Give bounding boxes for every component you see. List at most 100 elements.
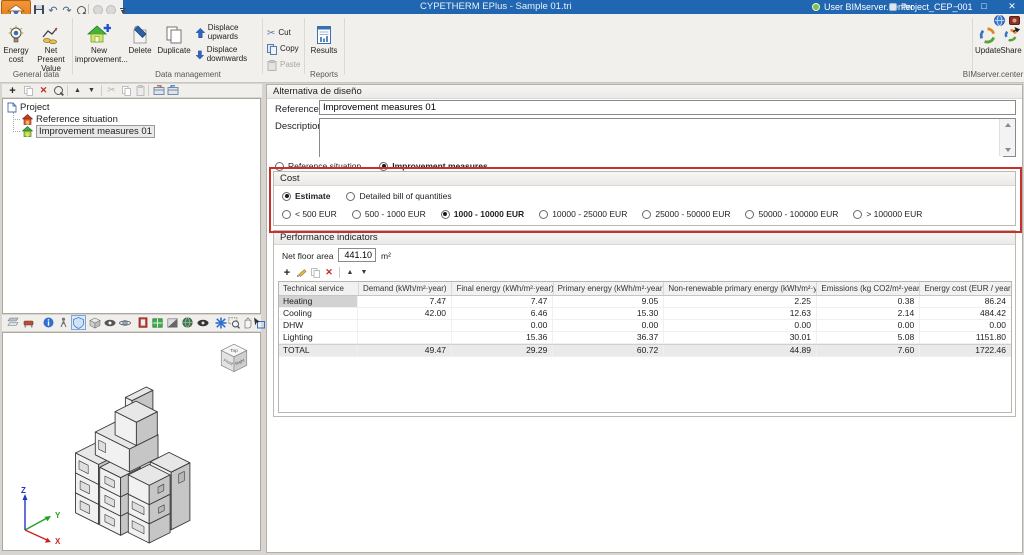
cell-value[interactable]: 15.36 xyxy=(452,332,553,343)
cell-value[interactable] xyxy=(358,332,452,343)
share-button[interactable]: Share xyxy=(1000,23,1022,73)
cell-value[interactable]: 7.47 xyxy=(358,296,452,307)
cell-value[interactable]: 2.25 xyxy=(664,296,817,307)
radio-range-lt500[interactable]: < 500 EUR xyxy=(282,209,337,219)
show-shadows-button[interactable] xyxy=(166,316,179,329)
table-add-button[interactable]: + xyxy=(280,266,294,279)
maximize-button[interactable]: □ xyxy=(972,0,996,14)
table-row-dhw[interactable]: DHW 0.00 0.00 0.00 0.00 0.00 xyxy=(279,320,1011,332)
orbit-button[interactable] xyxy=(118,316,131,329)
table-row-lighting[interactable]: Lighting 15.36 36.37 30.01 5.08 1151.80 xyxy=(279,332,1011,344)
close-button[interactable]: ✕ xyxy=(1000,0,1024,14)
cell-value[interactable]: 12.63 xyxy=(664,308,817,319)
table-delete-button[interactable]: ✕ xyxy=(322,266,336,279)
cell-value[interactable]: 86.24 xyxy=(920,296,1011,307)
cell-value[interactable]: 42.00 xyxy=(358,308,452,319)
update-button[interactable]: Update xyxy=(975,23,999,73)
cell-value[interactable]: 60.72 xyxy=(553,345,664,356)
paste-button-disabled[interactable] xyxy=(134,84,147,97)
cell-value[interactable]: 9.05 xyxy=(553,296,664,307)
net-floor-area-input[interactable] xyxy=(338,248,376,262)
table-row-total[interactable]: TOTAL 49.47 29.29 60.72 44.89 7.60 1722.… xyxy=(279,344,1011,357)
cell-service[interactable]: DHW xyxy=(279,320,358,331)
energy-cost-button[interactable]: Energy cost xyxy=(1,23,31,73)
move-down-button[interactable]: ▼ xyxy=(85,84,98,97)
import-elements-button[interactable] xyxy=(152,84,165,97)
radio-range-500-1000[interactable]: 500 - 1000 EUR xyxy=(352,209,426,219)
info-button[interactable] xyxy=(42,316,55,329)
model-protection-button[interactable] xyxy=(72,316,85,329)
cell-value[interactable]: 0.38 xyxy=(817,296,920,307)
table-edit-button[interactable] xyxy=(294,266,308,279)
description-input[interactable] xyxy=(320,119,1003,160)
model-3d-viewport[interactable]: Top Front Right Z Y X xyxy=(2,332,261,551)
cell-value[interactable]: 5.08 xyxy=(817,332,920,343)
zoom-extents-button[interactable] xyxy=(214,316,227,329)
cell-value[interactable]: 15.30 xyxy=(553,308,664,319)
walkthrough-button[interactable] xyxy=(57,316,70,329)
table-row-cooling[interactable]: Cooling 42.00 6.46 15.30 12.63 2.14 484.… xyxy=(279,308,1011,320)
cell-value[interactable]: 1151.80 xyxy=(920,332,1011,343)
table-row-heating[interactable]: Heating 7.47 7.47 9.05 2.25 0.38 86.24 xyxy=(279,296,1011,308)
tree-item-improvement-measures[interactable]: Improvement measures 01 xyxy=(22,125,155,137)
cut-button-disabled[interactable]: ✂ xyxy=(105,84,118,97)
hide-elements-button[interactable] xyxy=(103,316,116,329)
export-elements-button[interactable] xyxy=(166,84,179,97)
search-button[interactable] xyxy=(52,84,65,97)
rotate-model-button[interactable] xyxy=(88,316,101,329)
cell-value[interactable]: 0.00 xyxy=(817,320,920,331)
show-doors-button[interactable] xyxy=(136,316,149,329)
new-improvement-button[interactable]: New improvement... xyxy=(75,23,123,73)
cell-value[interactable]: 30.01 xyxy=(664,332,817,343)
visibility-options-button[interactable] xyxy=(196,316,209,329)
reference-input[interactable] xyxy=(319,100,1016,115)
delete-button[interactable]: Delete xyxy=(125,23,155,73)
copy-alternative-button-disabled[interactable] xyxy=(22,84,35,97)
cell-value[interactable] xyxy=(358,320,452,331)
radio-range-10000-25000[interactable]: 10000 - 25000 EUR xyxy=(539,209,627,219)
select-button[interactable] xyxy=(252,316,265,329)
radio-detailed-bill[interactable]: Detailed bill of quantities xyxy=(346,191,451,201)
cell-value[interactable]: 7.47 xyxy=(452,296,553,307)
cell-value[interactable]: 2.14 xyxy=(817,308,920,319)
render-view-button[interactable] xyxy=(181,316,194,329)
cell-value[interactable]: 0.00 xyxy=(553,320,664,331)
description-scrollbar[interactable] xyxy=(999,119,1015,156)
minimize-button[interactable]: – xyxy=(944,0,968,14)
scroll-down-arrow[interactable] xyxy=(1001,144,1014,156)
radio-range-gt100000[interactable]: > 100000 EUR xyxy=(853,209,922,219)
radio-range-50000-100000[interactable]: 50000 - 100000 EUR xyxy=(745,209,838,219)
cell-value[interactable]: 6.46 xyxy=(452,308,553,319)
cell-service[interactable]: Heating xyxy=(279,296,358,307)
cell-value[interactable]: 44.89 xyxy=(664,345,817,356)
tree-item-reference-situation[interactable]: Reference situation xyxy=(22,113,118,125)
show-windows-button[interactable] xyxy=(151,316,164,329)
add-alternative-button[interactable]: + xyxy=(6,84,19,97)
cell-value[interactable]: 1722.46 xyxy=(920,345,1011,356)
cell-service[interactable]: TOTAL xyxy=(279,345,358,356)
cell-service[interactable]: Cooling xyxy=(279,308,358,319)
cut-button[interactable]: ✂ Cut xyxy=(267,25,301,41)
displace-downwards-button[interactable]: Displace downwards xyxy=(196,47,258,63)
copy-button[interactable]: Copy xyxy=(267,41,301,57)
cell-value[interactable]: 36.37 xyxy=(553,332,664,343)
cell-value[interactable]: 29.29 xyxy=(452,345,553,356)
net-present-value-button[interactable]: Net Present Value xyxy=(32,23,70,73)
table-move-down-button[interactable]: ▼ xyxy=(357,266,371,279)
move-up-button[interactable]: ▲ xyxy=(71,84,84,97)
scroll-up-arrow[interactable] xyxy=(1001,119,1014,131)
scene-layers-button[interactable] xyxy=(6,316,19,329)
radio-range-25000-50000[interactable]: 25000 - 50000 EUR xyxy=(642,209,730,219)
displace-upwards-button[interactable]: Displace upwards xyxy=(196,25,258,41)
cell-value[interactable]: 49.47 xyxy=(358,345,452,356)
delete-alternative-button[interactable]: ✕ xyxy=(37,84,50,97)
radio-range-1000-10000[interactable]: 1000 - 10000 EUR xyxy=(441,209,524,219)
cell-value[interactable]: 0.00 xyxy=(452,320,553,331)
zoom-window-button[interactable] xyxy=(227,316,240,329)
cell-service[interactable]: Lighting xyxy=(279,332,358,343)
table-move-up-button[interactable]: ▲ xyxy=(343,266,357,279)
duplicate-button[interactable]: Duplicate xyxy=(156,23,192,73)
results-button[interactable]: Results xyxy=(308,23,340,73)
cell-value[interactable]: 484.42 xyxy=(920,308,1011,319)
radio-estimate[interactable]: Estimate xyxy=(282,191,330,201)
